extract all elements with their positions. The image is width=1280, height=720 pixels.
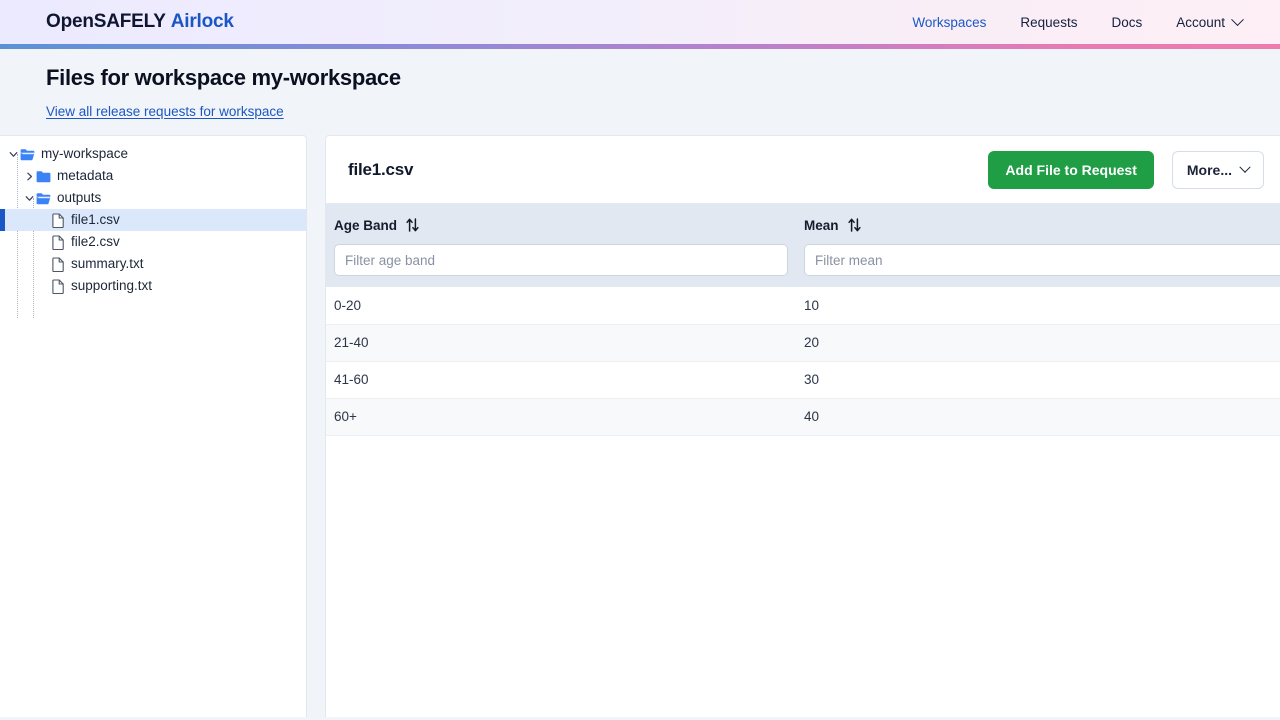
file-icon [52, 278, 65, 294]
file-content-panel: file1.csv Add File to Request More... Ag… [325, 135, 1280, 717]
tree-item-supporting-txt[interactable]: supporting.txt [0, 275, 306, 297]
folder-open-icon [36, 192, 51, 205]
nav-links: Workspaces Requests Docs Account [895, 9, 1258, 36]
table-cell: 21-40 [326, 324, 796, 362]
csv-table: Age Band Mean Filter age band Filter mea… [326, 204, 1280, 436]
more-options-label: More... [1186, 161, 1232, 178]
table-cell: 30 [796, 361, 1280, 399]
tree-item-file2-csv[interactable]: file2.csv [0, 231, 306, 253]
page-header: Files for workspace my-workspace View al… [0, 49, 1280, 135]
table-cell: 40 [796, 398, 1280, 436]
tree-item-label: my-workspace [41, 146, 129, 162]
table-header-cell: Age Band [326, 204, 796, 244]
tree-item-metadata[interactable]: metadata [0, 165, 306, 187]
tree-item-file1-csv[interactable]: file1.csv [0, 209, 306, 231]
tree-item-label: metadata [57, 168, 114, 184]
sort-toggle-icon[interactable] [406, 218, 419, 232]
filter-input-age-band[interactable] [334, 244, 788, 276]
column-header-label: Mean [804, 217, 839, 233]
chevron-right-icon[interactable] [22, 172, 36, 181]
tree-item-label: supporting.txt [71, 278, 153, 294]
more-options-button[interactable]: More... [1171, 150, 1264, 189]
table-row: 60+ 40 [326, 398, 1280, 436]
file-action-buttons: Add File to Request More... [988, 150, 1264, 189]
brand-logo[interactable]: OpenSAFELY Airlock [46, 11, 234, 33]
table-head: Age Band Mean [326, 204, 1280, 287]
file-icon [52, 256, 65, 272]
table-filter-row [326, 244, 1280, 287]
content-area: my-workspace metadata outputs file1.csv file… [0, 135, 1280, 717]
tree-item-outputs[interactable]: outputs [0, 187, 306, 209]
brand-name-secondary: Airlock [170, 11, 234, 32]
table-cell: 10 [796, 287, 1280, 325]
nav-link-requests[interactable]: Requests [1003, 9, 1094, 36]
file-tree-sidebar[interactable]: my-workspace metadata outputs file1.csv file… [0, 135, 307, 717]
chevron-down-icon [1231, 12, 1244, 26]
filter-input-mean[interactable] [804, 244, 1280, 276]
column-header-label: Age Band [334, 217, 398, 233]
file-icon [52, 212, 65, 228]
folder-open-icon [20, 148, 35, 161]
tree-item-label: summary.txt [71, 256, 144, 272]
table-row: 0-20 10 [326, 287, 1280, 325]
chevron-down-icon [1239, 161, 1251, 173]
table-header-cell: Mean [796, 204, 1280, 244]
top-navigation-bar: OpenSAFELY Airlock Workspaces Requests Do… [0, 0, 1280, 44]
page-title: Files for workspace my-workspace [46, 65, 401, 90]
chevron-down-icon[interactable] [22, 194, 36, 203]
folder-closed-icon [36, 170, 51, 183]
nav-link-account-label: Account [1176, 14, 1225, 30]
table-header-row: Age Band Mean [326, 204, 1280, 244]
table-row: 41-60 30 [326, 361, 1280, 399]
table-body: 0-20 10 21-40 20 41-60 30 60+ 40 [326, 287, 1280, 436]
tree-item-label: file1.csv [71, 212, 120, 228]
file-icon [52, 234, 65, 250]
sort-toggle-icon[interactable] [847, 218, 861, 232]
tree-item-my-workspace[interactable]: my-workspace [0, 143, 306, 165]
add-file-to-request-button[interactable]: Add File to Request [988, 150, 1154, 189]
brand-name-primary: OpenSAFELY [46, 11, 166, 32]
table-filter-cell [326, 244, 796, 287]
table-row: 21-40 20 [326, 324, 1280, 362]
tree-item-label: file2.csv [71, 234, 120, 250]
table-cell: 41-60 [326, 361, 796, 399]
current-file-name: file1.csv [348, 159, 414, 179]
table-cell: 0-20 [326, 287, 796, 325]
nav-link-account[interactable]: Account [1159, 9, 1258, 36]
view-all-release-requests-link[interactable]: View all release requests for workspace [46, 104, 284, 119]
tree-item-summary-txt[interactable]: summary.txt [0, 253, 306, 275]
file-tree: my-workspace metadata outputs file1.csv file… [0, 143, 306, 318]
table-cell: 20 [796, 324, 1280, 362]
csv-table-container[interactable]: Age Band Mean Filter age band Filter mea… [326, 204, 1280, 717]
chevron-down-icon[interactable] [6, 150, 20, 159]
tree-item-label: outputs [57, 190, 102, 206]
nav-link-docs[interactable]: Docs [1094, 9, 1159, 36]
nav-link-workspaces[interactable]: Workspaces [895, 9, 1003, 36]
table-filter-cell [796, 244, 1280, 287]
file-header-bar: file1.csv Add File to Request More... [326, 136, 1280, 204]
table-cell: 60+ [326, 398, 796, 436]
